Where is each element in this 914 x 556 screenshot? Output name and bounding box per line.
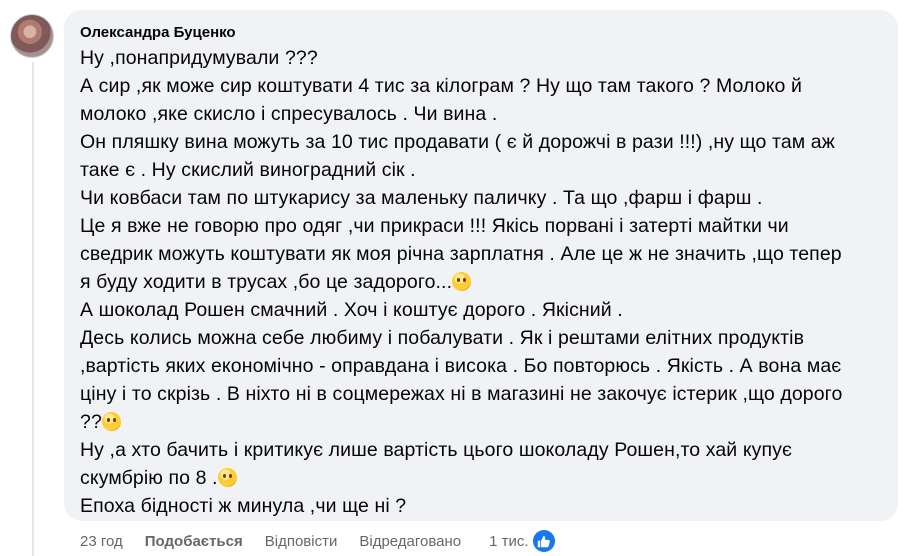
like-icon [532, 530, 555, 552]
like-button[interactable]: Подобається [145, 533, 243, 550]
comment-line: ,вартість яких економічно - оправдана і … [80, 355, 842, 377]
avatar[interactable] [10, 14, 54, 58]
wink-emoji-icon [452, 272, 472, 291]
comment-line-with-emoji: я буду ходити в трусах ,бо це задорого..… [80, 268, 882, 296]
comment-actions: 23 год Подобається Відповісти Відредагов… [80, 530, 577, 552]
comment-line-with-emoji: скумбрію по 8 . [80, 464, 882, 492]
comment-line: Епоха бідності ж минула ,чи ще ні ? [80, 495, 407, 517]
comment-line: Чи ковбаси там по штукарису за маленьку … [80, 187, 763, 209]
comment-line: Он пляшку вина можуть за 10 тис продават… [80, 131, 835, 153]
comment-line: А сир ,як може сир коштувати 4 тис за кі… [80, 75, 802, 97]
thinking-emoji-icon [101, 412, 121, 431]
comment-line: молоко ,яке скисло і спресувалось . Чи в… [80, 103, 498, 125]
thread-line [32, 62, 34, 556]
comment-line-with-emoji: ?? [80, 408, 882, 436]
reaction-summary[interactable]: 1 тис. [489, 530, 576, 552]
edited-label[interactable]: Відредаговано [359, 533, 461, 550]
timestamp-link[interactable]: 23 год [80, 533, 123, 550]
comment-line: ціну і то скрізь . В ніхто ні в соцмереж… [80, 383, 843, 405]
comment-line: Ну ,а хто бачить і критикує лише вартіст… [80, 439, 793, 461]
comment-line: ?? [80, 411, 102, 433]
comment-line: скумбрію по 8 . [80, 467, 218, 489]
reply-button[interactable]: Відповісти [265, 533, 338, 550]
comment-line: таке є . Ну скислий виноградний сік . [80, 159, 416, 181]
comment-line: Це я вже не говорю про одяг ,чи прикраси… [80, 215, 789, 237]
comment-text: Ну ,понапридумували ??? А сир ,як може с… [80, 44, 882, 520]
reaction-count: 1 тис. [489, 532, 529, 550]
comment-bubble: Олександра Буценко Ну ,понапридумували ?… [64, 10, 898, 521]
comment-line: сведрик можуть коштувати як моя річна за… [80, 243, 842, 265]
comment-line: я буду ходити в трусах ,бо це задорого..… [80, 271, 453, 293]
comment-line: Десь колись можна себе любиму і побалува… [80, 327, 805, 349]
comment-author[interactable]: Олександра Буценко [80, 22, 882, 44]
comment-line: Ну ,понапридумували ??? [80, 47, 318, 69]
smile-emoji-icon [217, 468, 237, 487]
comment-line: А шоколад Рошен смачний . Хоч і коштує д… [80, 299, 623, 321]
